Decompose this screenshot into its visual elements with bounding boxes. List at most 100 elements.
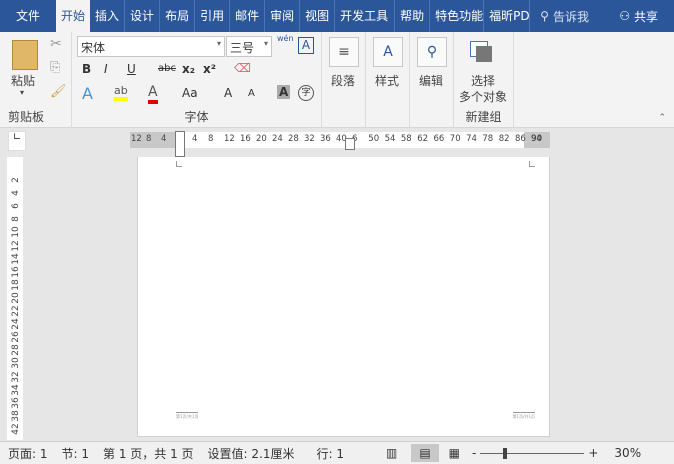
ruler-tick: 10 <box>11 226 21 239</box>
status-section[interactable]: 节: 1 <box>62 445 90 462</box>
ruler-tick: 50 <box>368 134 380 144</box>
text-effects-icon[interactable]: A <box>82 84 93 103</box>
italic-button[interactable]: I <box>104 62 108 76</box>
bold-button[interactable]: B <box>82 62 91 76</box>
zoom-out-button[interactable]: - <box>472 446 476 460</box>
clear-formatting-icon[interactable]: ⌫ <box>234 61 251 75</box>
char-border-button[interactable]: A <box>298 37 314 54</box>
ruler-tick: 4 <box>192 134 198 144</box>
char-shading-button[interactable]: A <box>277 85 291 99</box>
web-layout-icon[interactable]: ▦ <box>449 446 460 460</box>
ruler-tick: 8 <box>146 134 152 144</box>
status-bar: 页面: 1 节: 1 第 1 页，共 1 页 设置值: 2.1厘米 行: 1 ▥… <box>0 441 674 464</box>
tell-me-search[interactable]: ⚲ 告诉我 <box>540 8 589 25</box>
read-mode-icon[interactable]: ▥ <box>386 446 397 460</box>
ruler-tick: 24 <box>11 318 21 330</box>
ruler-tick: 74 <box>466 134 477 144</box>
ruler-tick: 36 <box>320 134 331 144</box>
clipboard-label: 剪贴板 <box>8 110 45 124</box>
tab-stop-selector[interactable]: ∟ <box>8 131 26 151</box>
ruler-tick: 78 <box>482 134 494 144</box>
vertical-ruler: 2 4 6 8 10 12 14 16 18 20 22 24 26 28 30 32 34 36 38 42 <box>7 157 23 440</box>
ruler-tick: 32 <box>11 370 21 383</box>
status-setting[interactable]: 设置值: 2.1厘米 <box>208 445 295 462</box>
tab-features[interactable]: 特色功能 <box>430 0 485 32</box>
tab-home[interactable]: 开始 <box>56 0 91 32</box>
paragraph-button[interactable]: 段落 <box>331 72 355 89</box>
ruler-tick: 12 <box>224 134 235 144</box>
indent-marker[interactable] <box>175 131 185 157</box>
collapse-ribbon-icon[interactable]: ⌃ <box>658 113 666 123</box>
font-name-select[interactable]: 宋体 ▾ <box>77 36 225 57</box>
ruler-tick: 28 <box>288 134 299 144</box>
font-group: 宋体 ▾ 三号 ▾ wén A B I U abc x₂ x² ⌫ A ab A A… <box>72 32 322 128</box>
paste-icon <box>12 40 38 70</box>
tab-insert[interactable]: 插入 <box>90 0 126 32</box>
ruler-tick: 20 <box>11 292 21 304</box>
ruler-tick: 54 <box>384 134 396 144</box>
ribbon-tabs: 文件 开始 插入 设计 布局 引用 邮件 审阅 视图 开发工具 帮助 特色功能 … <box>0 0 674 32</box>
tab-review[interactable]: 审阅 <box>265 0 301 32</box>
styles-button[interactable]: 样式 <box>375 72 399 89</box>
tab-layout[interactable]: 布局 <box>160 0 196 32</box>
select-button[interactable]: 选择 <box>471 72 495 89</box>
print-layout-icon[interactable]: ▤ <box>411 444 439 462</box>
new-group: 选择 多个对象 新建组 <box>454 32 514 128</box>
right-indent-marker[interactable] <box>345 138 355 150</box>
format-painter-icon[interactable]: 🖌 <box>50 84 67 99</box>
horizontal-ruler: ∟ 12844812162024283236406505458626670747… <box>0 128 674 157</box>
ruler-tick: 4 <box>161 134 167 144</box>
font-label: 字体 <box>184 110 209 124</box>
phonetic-guide-button[interactable]: wén <box>277 34 294 43</box>
document-page[interactable]: 第1页/共1页 第1页/共1页 <box>137 157 550 437</box>
zoom-in-button[interactable]: + <box>588 446 598 460</box>
paragraph-icon[interactable]: ≡ <box>329 37 359 67</box>
tab-mailings[interactable]: 邮件 <box>230 0 266 32</box>
zoom-slider[interactable] <box>480 448 585 459</box>
tab-view[interactable]: 视图 <box>300 0 336 32</box>
share-button[interactable]: ⚇ 共享 <box>619 8 658 25</box>
status-page[interactable]: 页面: 1 <box>8 445 48 462</box>
tab-design[interactable]: 设计 <box>125 0 161 32</box>
search-icon: ⚲ <box>540 9 549 23</box>
styles-group: A 样式 <box>366 32 410 128</box>
ruler-tick: 38 <box>11 410 21 422</box>
superscript-button[interactable]: x² <box>203 62 216 76</box>
status-page-count[interactable]: 第 1 页，共 1 页 <box>103 445 194 462</box>
ruler-tick: 36 <box>11 396 21 409</box>
tab-file[interactable]: 文件 <box>0 0 56 32</box>
ruler-tick: 16 <box>11 265 21 278</box>
tab-help[interactable]: 帮助 <box>395 0 431 32</box>
tab-foxit[interactable]: 福昕PDF <box>484 0 531 32</box>
change-case-button[interactable]: Aa <box>182 86 198 100</box>
styles-icon[interactable]: A <box>373 37 403 67</box>
select-objects-icon <box>476 46 492 62</box>
copy-icon[interactable]: ⎘ <box>50 60 60 75</box>
paste-button[interactable]: 粘贴 <box>11 72 35 89</box>
subscript-button[interactable]: x₂ <box>182 62 195 76</box>
ruler-tick: 34 <box>11 383 21 396</box>
zoom-level[interactable]: 30% <box>614 446 641 460</box>
enclose-char-button[interactable]: 字 <box>298 85 314 101</box>
ruler-tick: 30 <box>11 357 21 370</box>
ruler-tick: 58 <box>400 134 412 144</box>
ruler-tick: 66 <box>433 134 445 144</box>
tab-developer[interactable]: 开发工具 <box>335 0 396 32</box>
shrink-font-button[interactable]: A <box>248 88 255 99</box>
font-color-icon[interactable]: A <box>148 84 158 104</box>
highlight-icon[interactable]: ab <box>114 84 128 101</box>
ruler-tick: 94 <box>531 134 542 144</box>
underline-button[interactable]: U <box>127 62 136 76</box>
paragraph-group: ≡ 段落 <box>322 32 366 128</box>
ruler-tick: 2 <box>11 177 21 183</box>
tab-references[interactable]: 引用 <box>195 0 231 32</box>
strikethrough-button[interactable]: abc <box>158 63 176 74</box>
find-icon[interactable]: ⚲ <box>417 37 447 67</box>
grow-font-button[interactable]: A <box>224 86 232 100</box>
select-multi-label: 多个对象 <box>459 90 508 104</box>
status-line[interactable]: 行: 1 <box>316 445 344 462</box>
cut-icon[interactable]: ✂ <box>50 36 62 52</box>
ruler-tick: 32 <box>304 134 315 144</box>
editing-button[interactable]: 编辑 <box>419 72 443 89</box>
font-size-select[interactable]: 三号 ▾ <box>226 36 272 57</box>
